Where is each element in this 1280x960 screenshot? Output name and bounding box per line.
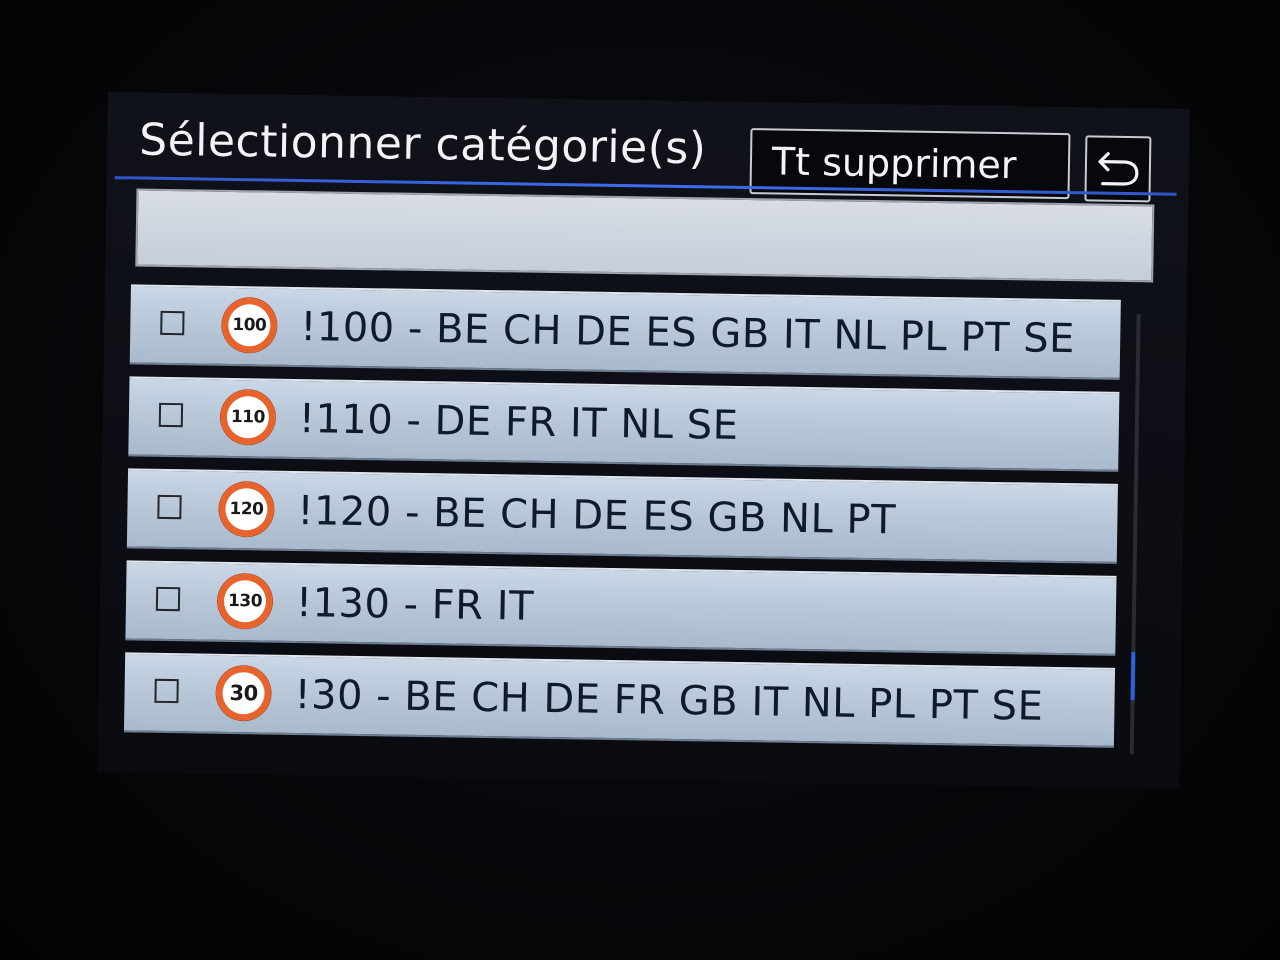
- scrollbar-thumb[interactable]: [1130, 652, 1136, 701]
- checkbox[interactable]: [157, 494, 182, 520]
- list-item-label: !130 - FR IT: [295, 580, 535, 630]
- list-item-label: !120 - BE CH DE ES GB NL PT: [297, 488, 897, 544]
- list-item-label: !30 - BE CH DE FR GB IT NL PL PT SE: [294, 672, 1044, 730]
- infotainment-screen: Sélectionner catégorie(s) Tt supprimer 1…: [97, 92, 1190, 789]
- speed-limit-sign-icon: 100: [221, 297, 277, 353]
- return-arrow-icon: [1098, 152, 1139, 186]
- list-item[interactable]: 110 !110 - DE FR IT NL SE: [128, 376, 1120, 472]
- checkbox[interactable]: [155, 586, 181, 612]
- speed-limit-sign-icon: 130: [217, 573, 273, 629]
- list-item[interactable]: 120 !120 - BE CH DE ES GB NL PT: [126, 468, 1118, 564]
- checkbox[interactable]: [154, 678, 179, 704]
- list-item-label: !100 - BE CH DE ES GB IT NL PL PT SE: [299, 304, 1076, 363]
- list-item[interactable]: 30 !30 - BE CH DE FR GB IT NL PL PT SE: [123, 652, 1116, 748]
- category-list: 100 !100 - BE CH DE ES GB IT NL PL PT SE…: [123, 284, 1121, 748]
- speed-limit-sign-icon: 30: [216, 665, 271, 721]
- list-item-label: !110 - DE FR IT NL SE: [298, 396, 739, 449]
- speed-limit-sign-icon: 110: [220, 389, 276, 445]
- list-item[interactable]: 130 !130 - FR IT: [125, 560, 1117, 656]
- scrollbar[interactable]: [1129, 314, 1141, 755]
- checkbox[interactable]: [160, 310, 185, 336]
- checkbox[interactable]: [158, 402, 184, 428]
- speed-limit-sign-icon: 120: [219, 481, 274, 537]
- photo-background: Sélectionner catégorie(s) Tt supprimer 1…: [0, 0, 1280, 960]
- search-input[interactable]: [135, 188, 1155, 283]
- page-title: Sélectionner catégorie(s): [138, 114, 707, 175]
- list-item[interactable]: 100 !100 - BE CH DE ES GB IT NL PL PT SE: [129, 284, 1121, 380]
